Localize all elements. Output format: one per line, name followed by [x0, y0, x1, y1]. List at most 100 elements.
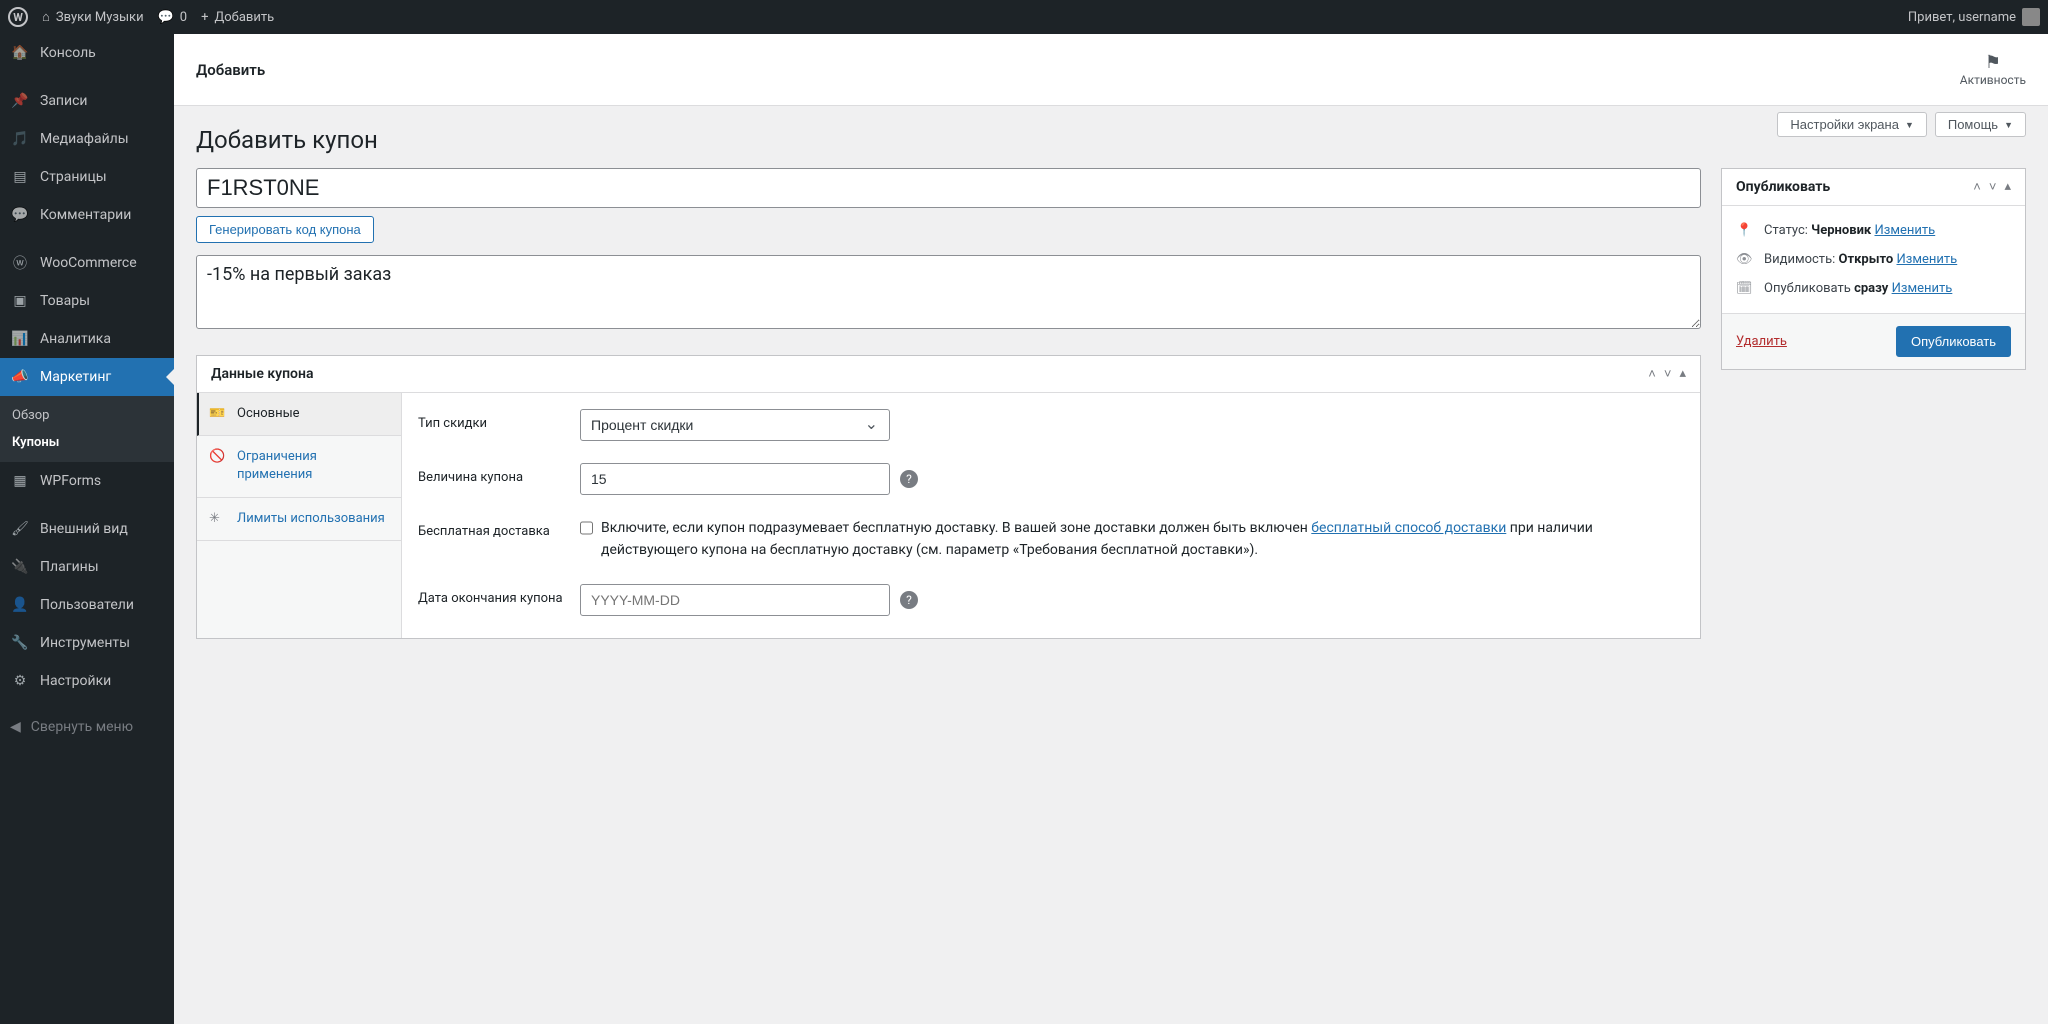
delete-link[interactable]: Удалить	[1736, 334, 1787, 349]
free-shipping-checkbox[interactable]	[580, 520, 593, 536]
menu-media[interactable]: 🎵Медиафайлы	[0, 120, 174, 158]
megaphone-icon: 📣	[10, 367, 30, 387]
chevron-down-icon[interactable]: ˅	[1664, 366, 1672, 382]
publish-button[interactable]: Опубликовать	[1896, 326, 2011, 357]
page-action-title: Добавить	[196, 61, 265, 79]
menu-plugins[interactable]: 🔌Плагины	[0, 548, 174, 586]
help-icon[interactable]: ?	[900, 591, 918, 609]
comment-icon: 💬	[158, 10, 174, 25]
user-icon: 👤	[10, 595, 30, 615]
free-shipping-label: Бесплатная доставка	[418, 517, 580, 539]
menu-comments[interactable]: 💬Комментарии	[0, 196, 174, 234]
schedule-label: Опубликовать	[1764, 281, 1851, 296]
status-label: Статус:	[1764, 223, 1808, 238]
coupon-amount-input[interactable]	[580, 463, 890, 495]
submenu-overview[interactable]: Обзор	[0, 402, 174, 429]
ticket-icon: 🎫	[209, 405, 227, 423]
chevron-up-icon[interactable]: ˄	[1973, 179, 1981, 195]
screen-options-button[interactable]: Настройки экрана▼	[1777, 112, 1926, 137]
tab-general[interactable]: 🎫Основные	[197, 393, 401, 436]
admin-menu: 🏠Консоль 📌Записи 🎵Медиафайлы ▤Страницы 💬…	[0, 34, 174, 1024]
schedule-value: сразу	[1854, 281, 1888, 296]
menu-appearance[interactable]: 🖌Внешний вид	[0, 510, 174, 548]
site-name-link[interactable]: ⌂ Звуки Музыки	[42, 9, 144, 25]
comment-icon: 💬	[10, 205, 30, 225]
archive-icon: ▣	[10, 291, 30, 311]
discount-type-select[interactable]: Процент скидки	[580, 409, 890, 441]
chart-icon: 📊	[10, 329, 30, 349]
chevron-down-icon[interactable]: ˅	[1989, 179, 1997, 195]
title-bar: Добавить ⚑ Активность	[174, 34, 2048, 106]
brush-icon: 🖌	[10, 519, 30, 539]
chevron-up-icon[interactable]: ˄	[1648, 366, 1656, 382]
submenu-coupons[interactable]: Купоны	[0, 429, 174, 456]
tab-restriction[interactable]: 🚫Ограничения применения	[197, 436, 401, 497]
collapse-menu[interactable]: ◀Свернуть меню	[0, 710, 174, 744]
menu-users[interactable]: 👤Пользователи	[0, 586, 174, 624]
caret-up-icon[interactable]: ▴	[2004, 179, 2011, 195]
page-icon: ▤	[10, 167, 30, 187]
menu-woocommerce[interactable]: ⓦWooCommerce	[0, 244, 174, 282]
chevron-left-icon: ◀	[10, 719, 21, 735]
site-name: Звуки Музыки	[56, 10, 144, 25]
menu-analytics[interactable]: 📊Аналитика	[0, 320, 174, 358]
menu-settings[interactable]: ⚙Настройки	[0, 662, 174, 700]
submenu-marketing: Обзор Купоны	[0, 396, 174, 462]
chevron-down-icon: ▼	[2004, 120, 2013, 130]
edit-visibility-link[interactable]: Изменить	[1897, 252, 1958, 267]
generate-code-button[interactable]: Генерировать код купона	[196, 216, 374, 243]
plug-icon: 🔌	[10, 557, 30, 577]
wp-logo[interactable]: W	[8, 7, 28, 27]
expiry-date-label: Дата окончания купона	[418, 584, 580, 606]
coupon-amount-label: Величина купона	[418, 463, 580, 485]
add-new-link[interactable]: + Добавить	[201, 10, 274, 25]
menu-posts[interactable]: 📌Записи	[0, 82, 174, 120]
tab-limits[interactable]: ✳Лимиты использования	[197, 498, 401, 541]
key-icon: 📍	[1736, 223, 1754, 238]
flag-icon: ⚑	[1960, 52, 2026, 73]
main-content: Добавить ⚑ Активность Настройки экрана▼ …	[174, 34, 2048, 1024]
woo-icon: ⓦ	[10, 253, 30, 273]
help-button[interactable]: Помощь▼	[1935, 112, 2026, 137]
discount-type-label: Тип скидки	[418, 409, 580, 431]
sliders-icon: ⚙	[10, 671, 30, 691]
page-title: Добавить купон	[196, 106, 2026, 168]
free-shipping-description: Включите, если купон подразумевает беспл…	[601, 517, 1684, 562]
menu-wpforms[interactable]: ▦WPForms	[0, 462, 174, 500]
menu-marketing[interactable]: 📣Маркетинг	[0, 358, 174, 396]
user-greeting[interactable]: Привет, username	[1908, 8, 2040, 26]
expiry-date-input[interactable]	[580, 584, 890, 616]
coupon-description-textarea[interactable]: -15% на первый заказ	[196, 255, 1701, 329]
wrench-icon: 🔧	[10, 633, 30, 653]
status-value: Черновик	[1811, 223, 1871, 238]
calendar-icon: 🗓	[1736, 281, 1754, 296]
home-icon: ⌂	[42, 9, 50, 25]
activity-label: Активность	[1960, 73, 2026, 87]
add-new-label: Добавить	[214, 10, 274, 25]
gauge-icon: 🏠	[10, 43, 30, 63]
asterisk-icon: ✳	[209, 510, 227, 528]
menu-products[interactable]: ▣Товары	[0, 282, 174, 320]
coupon-data-box: Данные купона ˄ ˅ ▴ 🎫Основные 🚫Ограничен…	[196, 355, 1701, 639]
media-icon: 🎵	[10, 129, 30, 149]
menu-pages[interactable]: ▤Страницы	[0, 158, 174, 196]
comments-link[interactable]: 💬 0	[158, 10, 188, 25]
chevron-down-icon: ▼	[1905, 120, 1914, 130]
coupon-code-input[interactable]	[196, 168, 1701, 208]
edit-schedule-link[interactable]: Изменить	[1892, 281, 1953, 296]
visibility-value: Открыто	[1839, 252, 1894, 267]
publish-box: Опубликовать ˄ ˅ ▴ 📍 Статус: Черновик Из…	[1721, 168, 2026, 370]
avatar	[2022, 8, 2040, 26]
menu-tools[interactable]: 🔧Инструменты	[0, 624, 174, 662]
greeting-text: Привет, username	[1908, 10, 2016, 25]
caret-up-icon[interactable]: ▴	[1679, 366, 1686, 382]
coupon-data-title: Данные купона	[211, 366, 313, 382]
activity-panel-toggle[interactable]: ⚑ Активность	[1960, 52, 2026, 87]
help-icon[interactable]: ?	[900, 470, 918, 488]
admin-toolbar: W ⌂ Звуки Музыки 💬 0 + Добавить Привет, …	[0, 0, 2048, 34]
menu-dashboard[interactable]: 🏠Консоль	[0, 34, 174, 72]
free-shipping-link[interactable]: бесплатный способ доставки	[1311, 520, 1506, 536]
ban-icon: 🚫	[209, 448, 227, 466]
form-icon: ▦	[10, 471, 30, 491]
edit-status-link[interactable]: Изменить	[1874, 223, 1935, 238]
